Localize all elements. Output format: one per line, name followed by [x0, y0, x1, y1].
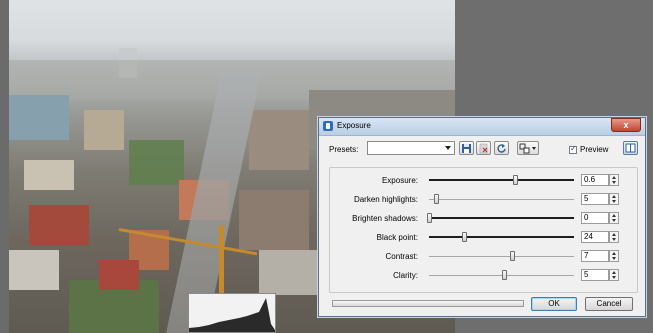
slider-thumb[interactable] — [461, 232, 467, 242]
brighten-shadows-row: Brighten shadows: 0 — [330, 209, 637, 227]
value-field[interactable]: 0.6 — [581, 174, 609, 186]
slider-thumb[interactable] — [512, 175, 518, 185]
control-label: Contrast: — [385, 252, 418, 261]
value-field[interactable]: 5 — [581, 193, 609, 205]
layout-toggle-icon — [625, 143, 636, 153]
contrast-row: Contrast: 7 — [330, 247, 637, 265]
preview-checkbox[interactable] — [569, 144, 577, 154]
chevron-down-icon — [445, 146, 451, 150]
control-label: Clarity: — [393, 271, 418, 280]
close-button[interactable]: x — [611, 118, 641, 132]
slider-track[interactable] — [429, 217, 574, 219]
chevron-down-icon — [532, 147, 536, 150]
slider-thumb[interactable] — [434, 194, 440, 204]
spinner-arrows[interactable] — [609, 174, 619, 186]
spinner-arrows[interactable] — [609, 250, 619, 262]
reset-button[interactable] — [494, 141, 509, 155]
delete-preset-icon — [479, 143, 488, 154]
darken-highlights-row: Darken highlights: 5 — [330, 190, 637, 208]
exposure-app-icon — [323, 121, 333, 131]
dialog-title: Exposure — [337, 121, 371, 130]
presets-dropdown[interactable] — [367, 141, 455, 155]
slider-thumb[interactable] — [427, 213, 432, 223]
black-point-row: Black point: 24 — [330, 228, 637, 246]
histogram-panel — [188, 293, 276, 333]
control-label: Darken highlights: — [353, 195, 418, 204]
slider-track[interactable] — [429, 179, 574, 181]
slider-track[interactable] — [429, 236, 574, 238]
dialog-titlebar[interactable]: Exposure x — [319, 118, 645, 136]
control-label: Black point: — [376, 233, 418, 242]
exposure-row: Exposure: 0.6 — [330, 171, 637, 189]
progress-bar — [332, 300, 524, 307]
preview-label[interactable]: Preview — [580, 145, 608, 154]
clarity-row: Clarity: 5 — [330, 266, 637, 284]
delete-preset-button[interactable] — [476, 141, 491, 155]
control-label: Brighten shadows: — [352, 214, 418, 223]
slider-thumb[interactable] — [502, 270, 508, 280]
slider-thumb[interactable] — [509, 251, 515, 261]
value-field[interactable]: 0 — [581, 212, 609, 224]
compare-view-button[interactable] — [517, 141, 539, 155]
save-preset-button[interactable] — [459, 141, 474, 155]
value-field[interactable]: 7 — [581, 250, 609, 262]
control-label: Exposure: — [381, 176, 418, 185]
layout-toggle-button[interactable] — [623, 141, 638, 155]
save-preset-icon — [462, 144, 471, 153]
reset-icon — [497, 144, 506, 153]
spinner-arrows[interactable] — [609, 269, 619, 281]
slider-track[interactable] — [429, 199, 574, 200]
presets-label: Presets: — [329, 145, 359, 154]
exposure-dialog: Exposure x Presets: Preview — [318, 117, 646, 317]
value-field[interactable]: 5 — [581, 269, 609, 281]
spinner-arrows[interactable] — [609, 231, 619, 243]
value-field[interactable]: 24 — [581, 231, 609, 243]
ok-button[interactable]: OK — [531, 297, 577, 311]
adjustment-controls: Exposure: 0.6 Darken highlights: 5 Brigh… — [329, 167, 638, 293]
compare-view-icon — [519, 143, 530, 154]
slider-track[interactable] — [429, 256, 574, 257]
histogram-graph — [189, 298, 275, 332]
spinner-arrows[interactable] — [609, 212, 619, 224]
cancel-button[interactable]: Cancel — [585, 297, 633, 311]
spinner-arrows[interactable] — [609, 193, 619, 205]
